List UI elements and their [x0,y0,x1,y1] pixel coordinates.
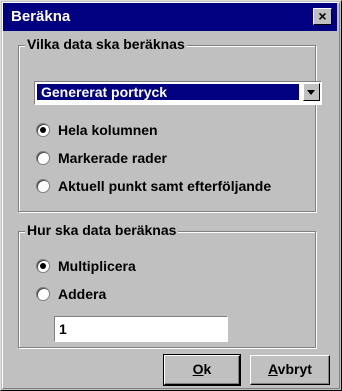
radio-label: Aktuell punkt samt efterföljande [58,178,272,194]
radio-button-icon [36,259,50,273]
radio-button-icon [36,151,50,165]
combobox-selected-value: Genererat portryck [37,84,299,100]
radio-hela-kolumnen[interactable]: Hela kolumnen [36,121,158,139]
data-type-combobox[interactable]: Genererat portryck [34,81,322,105]
radio-selected-dot [40,263,46,269]
radio-aktuell-punkt[interactable]: Aktuell punkt samt efterföljande [36,177,271,195]
radio-selected-dot [40,127,46,133]
radio-multiplicera[interactable]: Multiplicera [36,257,136,275]
cancel-mnemonic: A [268,361,278,377]
radio-label: Markerade rader [58,150,167,166]
ok-label-rest: k [203,361,212,377]
title-bar[interactable]: Beräkna × [3,3,337,31]
factor-input[interactable]: 1 [54,316,228,342]
close-button[interactable]: × [313,8,332,25]
radio-label: Addera [58,286,107,302]
radio-button-icon [36,179,50,193]
radio-addera[interactable]: Addera [36,285,106,303]
cancel-button[interactable]: Avbryt [250,355,330,385]
radio-markerade-rader[interactable]: Markerade rader [36,149,167,167]
ok-mnemonic: O [192,361,204,377]
window-title: Beräkna [11,8,71,25]
calc-data-group-legend: Vilka data ska beräknas [25,36,187,52]
radio-button-icon [36,287,50,301]
radio-label: Multiplicera [58,258,136,274]
close-icon: × [318,8,327,24]
radio-button-icon [36,123,50,137]
calc-method-group-legend: Hur ska data beräknas [25,222,179,238]
cancel-label-rest: vbryt [277,361,312,377]
ok-button[interactable]: Ok [163,354,241,386]
radio-label: Hela kolumnen [58,122,158,138]
combobox-dropdown-button[interactable] [303,83,320,101]
chevron-down-icon [307,90,315,95]
